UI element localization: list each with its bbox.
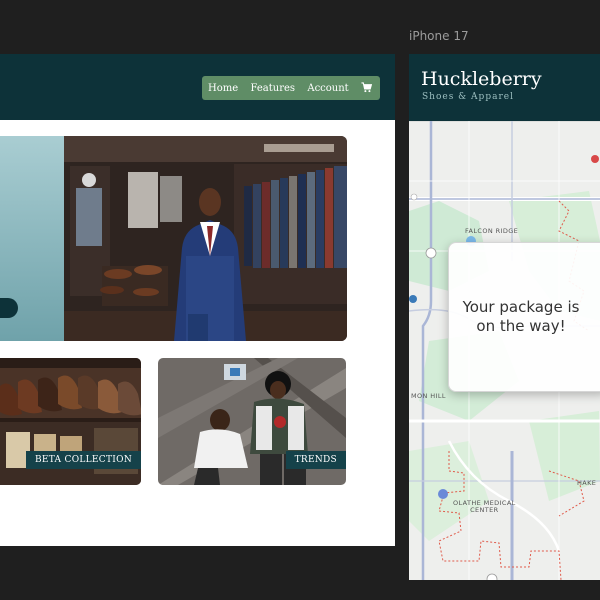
brand-title: Huckleberry [421,68,542,90]
map-label-olathe: OLATHE MEDICAL CENTER [453,499,516,515]
nav-features-link[interactable]: Features [250,83,295,94]
trends-card[interactable]: TRENDS [158,358,346,485]
hero-cta-button[interactable] [0,298,18,318]
delivery-toast-text: Your package is on the way! [462,297,580,336]
map-label-mon-hill: MON HILL [411,392,446,400]
delivery-toast: Your package is on the way! [448,242,600,392]
brand-tagline: Shoes & Apparel [422,92,514,102]
desktop-nav: Home Features Account [202,76,380,100]
map-label-hake: HAKE [577,479,597,487]
nav-home-link[interactable]: Home [208,83,238,94]
device-label: iPhone 17 [409,29,469,43]
hero-panel [0,136,64,341]
desktop-header: Home Features Account [0,54,395,120]
cart-icon[interactable] [361,81,373,95]
beta-collection-card[interactable]: BETA COLLECTION [0,358,141,485]
beta-collection-label[interactable]: BETA COLLECTION [25,451,141,469]
hero-photo [64,136,347,341]
phone-header: Huckleberry Shoes & Apparel [409,54,600,121]
nav-account-link[interactable]: Account [307,83,348,94]
desktop-artboard: Home Features Account BETA COLLECTION TR… [0,54,395,546]
trends-label[interactable]: TRENDS [285,451,346,469]
hero-banner [0,136,347,341]
map-label-falcon-ridge: FALCON RIDGE [465,227,519,235]
